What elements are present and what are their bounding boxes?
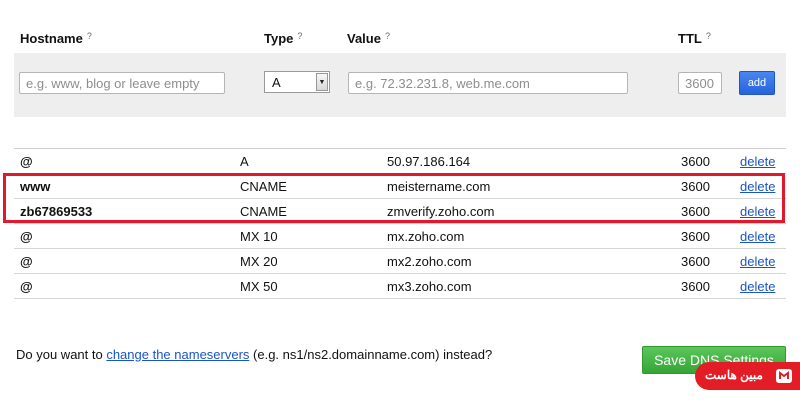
record-hostname: www <box>20 179 51 194</box>
record-value: 50.97.186.164 <box>387 154 471 169</box>
dns-records-table: @ A 50.97.186.164 3600 delete www CNAME … <box>14 148 786 299</box>
table-row: zb67869533 CNAME zmverify.zoho.com 3600 … <box>14 199 786 224</box>
ttl-header-label: TTL <box>678 31 702 46</box>
record-type: CNAME <box>240 179 287 194</box>
type-header-label: Type <box>264 31 294 46</box>
host-logo-icon <box>776 369 792 383</box>
table-row: @ A 50.97.186.164 3600 delete <box>14 149 786 174</box>
ttl-header: TTL? <box>678 31 711 46</box>
hostname-input[interactable] <box>19 72 225 94</box>
value-input[interactable] <box>348 72 628 94</box>
value-header-label: Value <box>347 31 381 46</box>
value-help-icon[interactable]: ? <box>385 31 390 41</box>
value-header: Value? <box>347 31 390 46</box>
delete-link[interactable]: delete <box>740 179 775 194</box>
nameservers-prompt-suffix: (e.g. ns1/ns2.domainname.com) instead? <box>249 347 493 362</box>
delete-link[interactable]: delete <box>740 229 775 244</box>
record-value: mx2.zoho.com <box>387 254 472 269</box>
record-value: zmverify.zoho.com <box>387 204 495 219</box>
record-ttl: 3600 <box>681 279 710 294</box>
table-row: www CNAME meistername.com 3600 delete <box>14 174 786 199</box>
delete-link[interactable]: delete <box>740 254 775 269</box>
record-type: MX 50 <box>240 279 278 294</box>
record-type: MX 10 <box>240 229 278 244</box>
record-hostname: @ <box>20 279 33 294</box>
type-select-value: A <box>272 75 281 90</box>
record-ttl: 3600 <box>681 154 710 169</box>
record-type: MX 20 <box>240 254 278 269</box>
record-ttl: 3600 <box>681 254 710 269</box>
table-row: @ MX 50 mx3.zoho.com 3600 delete <box>14 274 786 299</box>
delete-link[interactable]: delete <box>740 154 775 169</box>
nameservers-prompt: Do you want to change the nameservers (e… <box>16 347 492 362</box>
nameservers-prompt-prefix: Do you want to <box>16 347 107 362</box>
chevron-down-icon[interactable]: ▼ <box>316 73 328 91</box>
record-hostname: zb67869533 <box>20 204 93 219</box>
type-help-icon[interactable]: ? <box>297 31 302 41</box>
record-value: mx.zoho.com <box>387 229 465 244</box>
ttl-input[interactable] <box>678 72 722 94</box>
record-ttl: 3600 <box>681 179 710 194</box>
record-ttl: 3600 <box>681 229 710 244</box>
add-button[interactable]: add <box>739 71 775 95</box>
type-select[interactable]: A ▼ <box>264 71 330 93</box>
delete-link[interactable]: delete <box>740 204 775 219</box>
record-value: mx3.zoho.com <box>387 279 472 294</box>
ttl-help-icon[interactable]: ? <box>706 31 711 41</box>
hostname-header: Hostname? <box>20 31 92 46</box>
table-row: @ MX 10 mx.zoho.com 3600 delete <box>14 224 786 249</box>
watermark-logo: مبین هاست <box>695 362 800 390</box>
record-value: meistername.com <box>387 179 491 194</box>
change-nameservers-link[interactable]: change the nameservers <box>106 347 249 362</box>
delete-link[interactable]: delete <box>740 279 775 294</box>
type-header: Type? <box>264 31 302 46</box>
record-hostname: @ <box>20 154 33 169</box>
hostname-help-icon[interactable]: ? <box>87 31 92 41</box>
record-type: A <box>240 154 249 169</box>
hostname-header-label: Hostname <box>20 31 83 46</box>
watermark-text: مبین هاست <box>705 368 763 382</box>
record-ttl: 3600 <box>681 204 710 219</box>
record-hostname: @ <box>20 229 33 244</box>
record-type: CNAME <box>240 204 287 219</box>
table-row: @ MX 20 mx2.zoho.com 3600 delete <box>14 249 786 274</box>
record-hostname: @ <box>20 254 33 269</box>
